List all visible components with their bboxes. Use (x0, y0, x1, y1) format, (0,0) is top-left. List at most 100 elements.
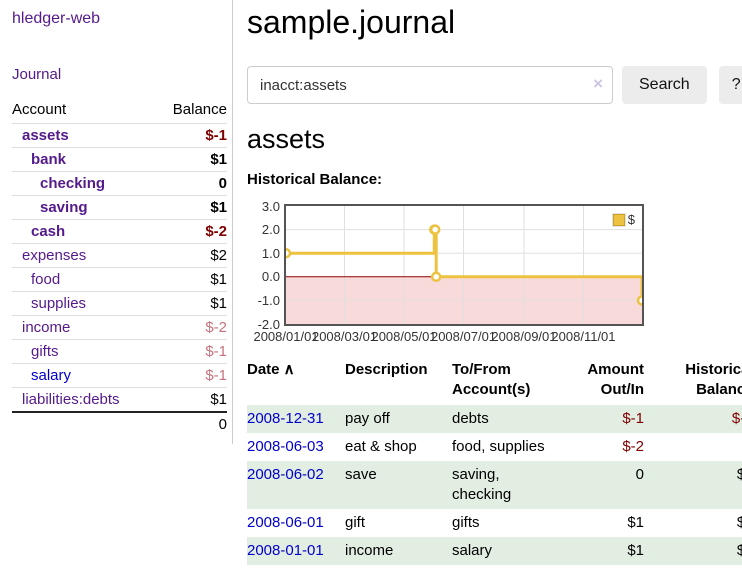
amount-cell: $1 (564, 509, 644, 537)
transaction-date-link[interactable]: 2008-06-03 (247, 438, 324, 455)
balance-cell: $-1 (644, 405, 742, 433)
column-header-date[interactable]: Date ∧ (247, 358, 345, 405)
balance-cell: $1 (644, 537, 742, 565)
account-link-supplies[interactable]: supplies (31, 295, 86, 312)
amount-cell: 0 (564, 461, 644, 509)
account-row: supplies $1 (12, 292, 227, 316)
accounts-cell: salary (452, 537, 564, 565)
clear-search-icon[interactable]: × (593, 75, 603, 92)
account-row: assets $-1 (12, 124, 227, 148)
transaction-date-link[interactable]: 2008-01-01 (247, 542, 324, 559)
column-header-to-from-account-s-: To/From Account(s) (452, 358, 564, 405)
column-header-label: To/From Account(s) (452, 361, 530, 398)
account-link-checking[interactable]: checking (40, 175, 105, 192)
description-cell: pay off (345, 405, 452, 433)
account-name-cell: bank (12, 148, 155, 172)
date-cell: 2008-06-03 (247, 433, 345, 461)
sidebar: hledger-web Journal Account Balance asse… (0, 0, 233, 444)
column-header-label: Historical Balance (685, 361, 742, 398)
transaction-date-link[interactable]: 2008-06-01 (247, 514, 324, 531)
y-axis-tick-label: 2.0 (247, 222, 280, 237)
sidebar-item-journal[interactable]: Journal (12, 66, 61, 83)
account-link-food[interactable]: food (31, 271, 60, 288)
account-balance: $1 (155, 148, 227, 172)
search-help-button[interactable]: ? (719, 66, 742, 104)
account-name-cell: supplies (12, 292, 155, 316)
account-link-salary[interactable]: salary (31, 367, 71, 384)
chart-legend: $ (612, 211, 636, 228)
account-heading: assets (247, 124, 742, 155)
search-input[interactable] (247, 66, 613, 104)
account-name-cell: salary (12, 364, 155, 388)
x-axis-tick-label: 2008/03/01 (312, 329, 377, 344)
account-link-liabilities-debts[interactable]: liabilities:debts (22, 391, 120, 408)
account-balance: $-1 (155, 124, 227, 148)
date-cell: 2008-01-01 (247, 537, 345, 565)
account-link-income[interactable]: income (22, 319, 70, 336)
column-header-account: Account (12, 99, 155, 124)
account-row: gifts $-1 (12, 340, 227, 364)
date-cell: 2008-12-31 (247, 405, 345, 433)
accounts-cell: food, supplies (452, 433, 564, 461)
register-header-row: Date ∧DescriptionTo/From Account(s)Amoun… (247, 358, 742, 405)
x-axis-tick-label: 2008/01/01 (253, 329, 318, 344)
column-header-label: Description (345, 361, 428, 378)
column-header-description: Description (345, 358, 452, 405)
account-link-expenses[interactable]: expenses (22, 247, 86, 264)
transaction-date-link[interactable]: 2008-06-02 (247, 466, 324, 483)
accounts-cell: debts (452, 405, 564, 433)
account-row: saving $1 (12, 196, 227, 220)
account-name-cell: liabilities:debts (12, 388, 155, 413)
account-row: liabilities:debts$1 (12, 388, 227, 413)
series-swatch-icon (613, 214, 625, 226)
x-axis-tick-label: 2008/07/01 (431, 329, 496, 344)
description-cell: gift (345, 509, 452, 537)
x-axis-tick-label: 2008/09/01 (491, 329, 556, 344)
balance-cell: $2 (644, 461, 742, 509)
account-balance: $-2 (155, 220, 227, 244)
brand-link[interactable]: hledger-web (12, 10, 100, 28)
date-cell: 2008-06-01 (247, 509, 345, 537)
search-input-wrap: × (247, 66, 613, 104)
accounts-cell: saving, checking (452, 461, 564, 509)
account-balance: $1 (155, 292, 227, 316)
account-link-cash[interactable]: cash (31, 223, 65, 240)
account-name-cell: expenses (12, 244, 155, 268)
description-cell: eat & shop (345, 433, 452, 461)
x-axis-tick-label: 2008/05/01 (371, 329, 436, 344)
register-row: 2008-06-02savesaving, checking0$2 (247, 461, 742, 509)
account-link-assets[interactable]: assets (22, 127, 69, 144)
transaction-date-link[interactable]: 2008-12-31 (247, 410, 324, 427)
account-balance: $1 (155, 268, 227, 292)
column-header-label: Date (247, 361, 280, 378)
sort-ascending-icon: ∧ (280, 361, 295, 378)
account-balance: 0 (155, 172, 227, 196)
search-form: × Search ? (247, 66, 742, 104)
y-axis-tick-label: 0.0 (247, 269, 280, 284)
date-cell: 2008-06-02 (247, 461, 345, 509)
accounts-total-value: 0 (155, 412, 227, 436)
account-balance: $-1 (155, 340, 227, 364)
amount-cell: $1 (564, 537, 644, 565)
account-balance: $2 (155, 244, 227, 268)
accounts-table-header: Account Balance (12, 99, 227, 124)
search-button[interactable]: Search (622, 66, 707, 104)
account-row: food $1 (12, 268, 227, 292)
column-header-label: Amount Out/In (587, 361, 644, 398)
account-balance: $1 (155, 196, 227, 220)
accounts-total-row: 0 (12, 412, 227, 436)
legend-label: $ (628, 212, 635, 227)
account-link-bank[interactable]: bank (31, 151, 66, 168)
account-name-cell: cash (12, 220, 155, 244)
account-link-saving[interactable]: saving (40, 199, 88, 216)
app: hledger-web Journal Account Balance asse… (0, 0, 742, 565)
main-content: sample.journal × Search ? assets Histori… (233, 0, 742, 565)
register-row: 2008-12-31pay offdebts$-1$-1 (247, 405, 742, 433)
account-link-gifts[interactable]: gifts (31, 343, 59, 360)
account-name-cell: gifts (12, 340, 155, 364)
column-header-historical-balance: Historical Balance (644, 358, 742, 405)
y-axis-tick-label: 3.0 (247, 199, 280, 214)
column-header-amount-out-in: Amount Out/In (564, 358, 644, 405)
column-header-balance: Balance (155, 99, 227, 124)
balance-cell: $2 (644, 509, 742, 537)
